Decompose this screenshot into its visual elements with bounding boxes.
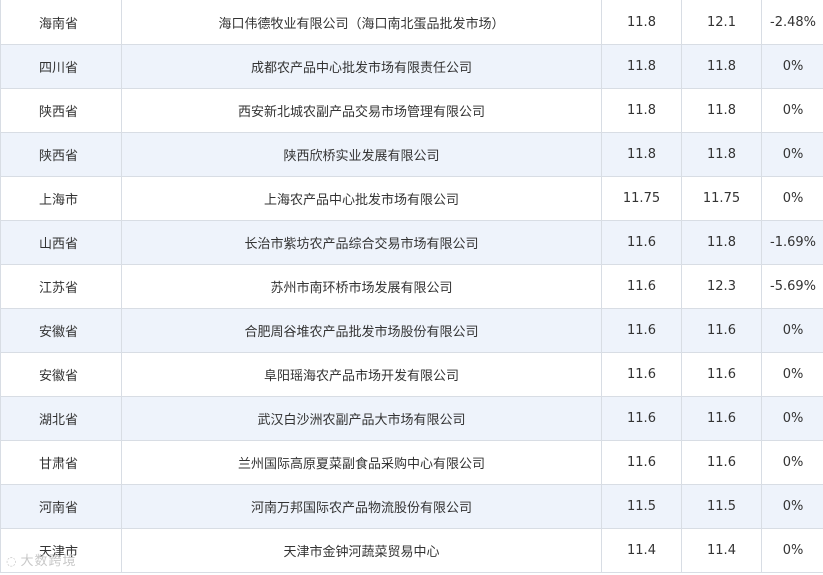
yesterday-price-cell: 11.5 xyxy=(681,484,762,529)
today-price-cell: 11.8 xyxy=(601,132,682,177)
table-row: 山西省 长治市紫坊农产品综合交易市场有限公司 11.6 11.8 -1.69% xyxy=(0,220,823,265)
price-change-cell: 0% xyxy=(761,396,823,441)
table-row: 安徽省 阜阳瑶海农产品市场开发有限公司 11.6 11.6 0% xyxy=(0,352,823,397)
market-name-cell: 合肥周谷堆农产品批发市场股份有限公司 xyxy=(121,308,602,353)
province-cell: 河南省 xyxy=(0,484,122,529)
yesterday-price-cell: 11.6 xyxy=(681,440,762,485)
price-change-cell: 0% xyxy=(761,44,823,89)
market-name-cell: 成都农产品中心批发市场有限责任公司 xyxy=(121,44,602,89)
today-price-cell: 11.8 xyxy=(601,88,682,133)
province-cell: 海南省 xyxy=(0,0,122,45)
price-change-cell: -5.69% xyxy=(761,264,823,309)
province-cell: 陕西省 xyxy=(0,132,122,177)
market-name-cell: 阜阳瑶海农产品市场开发有限公司 xyxy=(121,352,602,397)
province-cell: 安徽省 xyxy=(0,352,122,397)
province-cell: 山西省 xyxy=(0,220,122,265)
table-row: 甘肃省 兰州国际高原夏菜副食品采购中心有限公司 11.6 11.6 0% xyxy=(0,440,823,485)
yesterday-price-cell: 11.6 xyxy=(681,352,762,397)
table-row: 河南省 河南万邦国际农产品物流股份有限公司 11.5 11.5 0% xyxy=(0,484,823,529)
market-name-cell: 海口伟德牧业有限公司（海口南北蛋品批发市场） xyxy=(121,0,602,45)
province-cell: 甘肃省 xyxy=(0,440,122,485)
yesterday-price-cell: 11.8 xyxy=(681,44,762,89)
yesterday-price-cell: 12.1 xyxy=(681,0,762,45)
market-name-cell: 长治市紫坊农产品综合交易市场有限公司 xyxy=(121,220,602,265)
yesterday-price-cell: 11.4 xyxy=(681,528,762,573)
table-row: 陕西省 西安新北城农副产品交易市场管理有限公司 11.8 11.8 0% xyxy=(0,88,823,133)
table-row: 上海市 上海农产品中心批发市场有限公司 11.75 11.75 0% xyxy=(0,176,823,221)
market-name-cell: 兰州国际高原夏菜副食品采购中心有限公司 xyxy=(121,440,602,485)
market-name-cell: 河南万邦国际农产品物流股份有限公司 xyxy=(121,484,602,529)
table-row: 四川省 成都农产品中心批发市场有限责任公司 11.8 11.8 0% xyxy=(0,44,823,89)
today-price-cell: 11.6 xyxy=(601,352,682,397)
price-change-cell: 0% xyxy=(761,484,823,529)
today-price-cell: 11.6 xyxy=(601,308,682,353)
yesterday-price-cell: 11.8 xyxy=(681,220,762,265)
yesterday-price-cell: 11.8 xyxy=(681,88,762,133)
province-cell: 安徽省 xyxy=(0,308,122,353)
price-change-cell: 0% xyxy=(761,132,823,177)
today-price-cell: 11.6 xyxy=(601,440,682,485)
price-change-cell: -1.69% xyxy=(761,220,823,265)
price-change-cell: 0% xyxy=(761,176,823,221)
market-name-cell: 上海农产品中心批发市场有限公司 xyxy=(121,176,602,221)
market-name-cell: 天津市金钟河蔬菜贸易中心 xyxy=(121,528,602,573)
yesterday-price-cell: 11.6 xyxy=(681,396,762,441)
today-price-cell: 11.5 xyxy=(601,484,682,529)
price-change-cell: 0% xyxy=(761,308,823,353)
price-change-cell: 0% xyxy=(761,88,823,133)
province-cell: 天津市 xyxy=(0,528,122,573)
market-name-cell: 陕西欣桥实业发展有限公司 xyxy=(121,132,602,177)
today-price-cell: 11.6 xyxy=(601,220,682,265)
table-row: 陕西省 陕西欣桥实业发展有限公司 11.8 11.8 0% xyxy=(0,132,823,177)
price-change-cell: 0% xyxy=(761,440,823,485)
market-name-cell: 苏州市南环桥市场发展有限公司 xyxy=(121,264,602,309)
today-price-cell: 11.75 xyxy=(601,176,682,221)
today-price-cell: 11.8 xyxy=(601,0,682,45)
province-cell: 上海市 xyxy=(0,176,122,221)
market-name-cell: 武汉白沙洲农副产品大市场有限公司 xyxy=(121,396,602,441)
yesterday-price-cell: 11.6 xyxy=(681,308,762,353)
today-price-cell: 11.8 xyxy=(601,44,682,89)
table-row: 江苏省 苏州市南环桥市场发展有限公司 11.6 12.3 -5.69% xyxy=(0,264,823,309)
price-change-cell: -2.48% xyxy=(761,0,823,45)
price-change-cell: 0% xyxy=(761,528,823,573)
table-row: 安徽省 合肥周谷堆农产品批发市场股份有限公司 11.6 11.6 0% xyxy=(0,308,823,353)
province-cell: 陕西省 xyxy=(0,88,122,133)
yesterday-price-cell: 12.3 xyxy=(681,264,762,309)
table-row: 海南省 海口伟德牧业有限公司（海口南北蛋品批发市场） 11.8 12.1 -2.48% xyxy=(0,0,823,45)
price-change-cell: 0% xyxy=(761,352,823,397)
province-cell: 湖北省 xyxy=(0,396,122,441)
yesterday-price-cell: 11.75 xyxy=(681,176,762,221)
today-price-cell: 11.6 xyxy=(601,264,682,309)
province-cell: 四川省 xyxy=(0,44,122,89)
yesterday-price-cell: 11.8 xyxy=(681,132,762,177)
table-row: 天津市 天津市金钟河蔬菜贸易中心 11.4 11.4 0% xyxy=(0,528,823,573)
table-body: 海南省 海口伟德牧业有限公司（海口南北蛋品批发市场） 11.8 12.1 -2.48% 四… xyxy=(0,0,823,573)
table-row: 湖北省 武汉白沙洲农副产品大市场有限公司 11.6 11.6 0% xyxy=(0,396,823,441)
province-cell: 江苏省 xyxy=(0,264,122,309)
market-name-cell: 西安新北城农副产品交易市场管理有限公司 xyxy=(121,88,602,133)
today-price-cell: 11.6 xyxy=(601,396,682,441)
today-price-cell: 11.4 xyxy=(601,528,682,573)
price-table: 海南省 海口伟德牧业有限公司（海口南北蛋品批发市场） 11.8 12.1 -2.48% 四… xyxy=(0,0,823,573)
